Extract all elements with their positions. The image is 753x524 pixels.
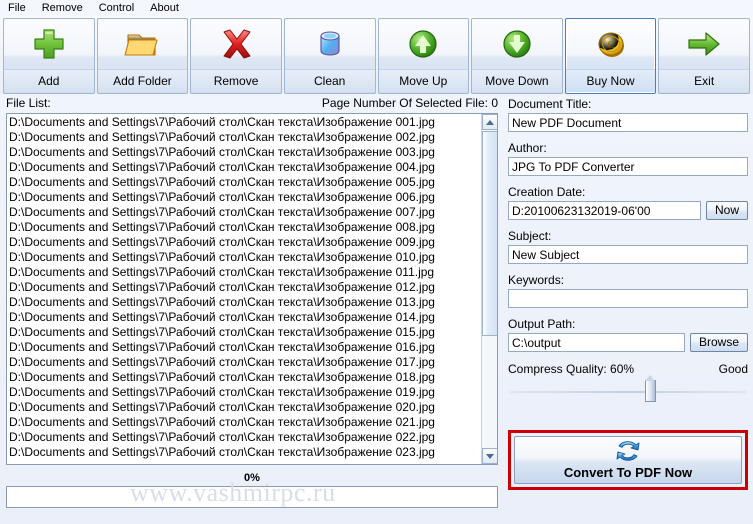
- arrow-down-circle-icon: [472, 19, 562, 69]
- file-list-item[interactable]: D:\Documents and Settings\7\Рабочий стол…: [9, 130, 480, 145]
- creation-date-input[interactable]: [508, 201, 701, 220]
- file-list-item[interactable]: D:\Documents and Settings\7\Рабочий стол…: [9, 265, 480, 280]
- convert-refresh-icon: [613, 439, 643, 465]
- file-list-item[interactable]: D:\Documents and Settings\7\Рабочий стол…: [9, 235, 480, 250]
- exit-button-label: Exit: [659, 69, 749, 92]
- scrollbar-thumb[interactable]: [482, 131, 497, 336]
- file-list-box[interactable]: D:\Documents and Settings\7\Рабочий стол…: [6, 113, 498, 465]
- file-list-item[interactable]: D:\Documents and Settings\7\Рабочий стол…: [9, 355, 480, 370]
- coin-icon: C: [566, 19, 656, 69]
- file-list-item[interactable]: D:\Documents and Settings\7\Рабочий стол…: [9, 145, 480, 160]
- progress-percent-label: 0%: [244, 472, 260, 484]
- move-up-button-label: Move Up: [378, 69, 469, 92]
- buy-now-button-label: Buy Now: [565, 69, 656, 92]
- file-list-item[interactable]: D:\Documents and Settings\7\Рабочий стол…: [9, 205, 480, 220]
- page-number-label: Page Number Of Selected File: 0: [321, 96, 498, 110]
- convert-to-pdf-button[interactable]: Convert To PDF Now: [514, 436, 742, 484]
- now-button[interactable]: Now: [705, 201, 748, 220]
- svg-text:C: C: [607, 39, 614, 51]
- file-list-rows[interactable]: D:\Documents and Settings\7\Рабочий стол…: [7, 114, 480, 464]
- menu-file[interactable]: File: [6, 0, 34, 16]
- plus-icon: [4, 19, 94, 69]
- file-list-item[interactable]: D:\Documents and Settings\7\Рабочий стол…: [9, 370, 480, 385]
- progress-bar: [6, 486, 498, 508]
- output-path-input[interactable]: [508, 333, 685, 352]
- author-label: Author:: [508, 141, 547, 155]
- remove-button[interactable]: Remove: [190, 18, 282, 94]
- file-list-item[interactable]: D:\Documents and Settings\7\Рабочий стол…: [9, 340, 480, 355]
- add-folder-button[interactable]: Add Folder: [96, 18, 189, 94]
- menu-remove[interactable]: Remove: [40, 0, 91, 16]
- scroll-up-icon[interactable]: [482, 114, 497, 130]
- slider-thumb[interactable]: [645, 375, 656, 402]
- file-list-item[interactable]: D:\Documents and Settings\7\Рабочий стол…: [9, 175, 480, 190]
- file-list-item[interactable]: D:\Documents and Settings\7\Рабочий стол…: [9, 325, 480, 340]
- author-input[interactable]: [508, 157, 748, 176]
- menu-control[interactable]: Control: [97, 0, 142, 16]
- convert-highlight-box: Convert To PDF Now: [508, 430, 748, 490]
- compress-quality-row: Compress Quality: 60% Good: [508, 362, 748, 376]
- arrow-right-icon: [659, 19, 749, 69]
- subject-label: Subject:: [508, 229, 552, 243]
- compress-quality-slider[interactable]: [508, 375, 748, 404]
- exit-button[interactable]: Exit: [658, 18, 750, 94]
- file-list-header: File List: Page Number Of Selected File:…: [6, 96, 498, 112]
- keywords-label: Keywords:: [508, 273, 565, 287]
- menu-about[interactable]: About: [148, 0, 187, 16]
- compress-quality-rating: Good: [718, 362, 748, 376]
- file-list-item[interactable]: D:\Documents and Settings\7\Рабочий стол…: [9, 280, 480, 295]
- left-panel: File List: Page Number Of Selected File:…: [6, 96, 498, 516]
- add-button[interactable]: Add: [3, 18, 95, 94]
- creation-date-label: Creation Date:: [508, 185, 586, 199]
- menu-bar: File Remove Control About: [0, 0, 753, 16]
- file-list-item[interactable]: D:\Documents and Settings\7\Рабочий стол…: [9, 415, 480, 430]
- cross-icon: [191, 19, 281, 69]
- move-down-button[interactable]: Move Down: [471, 18, 563, 94]
- browse-button[interactable]: Browse: [689, 333, 748, 352]
- add-button-label: Add: [4, 69, 94, 92]
- bucket-icon: [285, 19, 375, 69]
- progress-area: 0%: [6, 470, 498, 508]
- output-path-label: Output Path:: [508, 317, 576, 331]
- file-list-item[interactable]: D:\Documents and Settings\7\Рабочий стол…: [9, 400, 480, 415]
- move-down-button-label: Move Down: [472, 69, 562, 92]
- buy-now-button[interactable]: C Buy Now: [564, 18, 657, 94]
- clean-button[interactable]: Clean: [283, 18, 376, 94]
- file-list-item[interactable]: D:\Documents and Settings\7\Рабочий стол…: [9, 115, 480, 130]
- slider-track: [510, 391, 746, 393]
- toolbar: Add Add Folder Remove Clean Move Up Move…: [0, 16, 753, 94]
- compress-quality-label: Compress Quality: 60%: [508, 362, 635, 376]
- file-list-item[interactable]: D:\Documents and Settings\7\Рабочий стол…: [9, 445, 480, 460]
- document-title-label: Document Title:: [508, 97, 592, 111]
- scroll-down-icon[interactable]: [482, 448, 497, 464]
- creation-date-row: Now: [508, 201, 748, 220]
- keywords-input[interactable]: [508, 289, 748, 308]
- right-panel: Document Title: Author: Creation Date: N…: [508, 96, 748, 516]
- subject-input[interactable]: [508, 245, 748, 264]
- file-list-item[interactable]: D:\Documents and Settings\7\Рабочий стол…: [9, 160, 480, 175]
- convert-to-pdf-button-label: Convert To PDF Now: [563, 465, 693, 480]
- add-folder-button-label: Add Folder: [97, 69, 188, 92]
- file-list-scrollbar[interactable]: [481, 114, 497, 464]
- file-list-item[interactable]: D:\Documents and Settings\7\Рабочий стол…: [9, 220, 480, 235]
- output-path-row: Browse: [508, 333, 748, 352]
- clean-button-label: Clean: [284, 69, 375, 92]
- file-list-item[interactable]: D:\Documents and Settings\7\Рабочий стол…: [9, 295, 480, 310]
- move-up-button[interactable]: Move Up: [377, 18, 470, 94]
- file-list-item[interactable]: D:\Documents and Settings\7\Рабочий стол…: [9, 430, 480, 445]
- file-list-item[interactable]: D:\Documents and Settings\7\Рабочий стол…: [9, 250, 480, 265]
- file-list-item[interactable]: D:\Documents and Settings\7\Рабочий стол…: [9, 190, 480, 205]
- remove-button-label: Remove: [191, 69, 281, 92]
- document-title-input[interactable]: [508, 113, 748, 132]
- file-list-label: File List:: [6, 96, 51, 110]
- file-list-item[interactable]: D:\Documents and Settings\7\Рабочий стол…: [9, 310, 480, 325]
- arrow-up-circle-icon: [379, 19, 469, 69]
- folder-icon: [98, 19, 188, 69]
- file-list-item[interactable]: D:\Documents and Settings\7\Рабочий стол…: [9, 385, 480, 400]
- application-window: File Remove Control About Add Add Folder…: [0, 0, 753, 524]
